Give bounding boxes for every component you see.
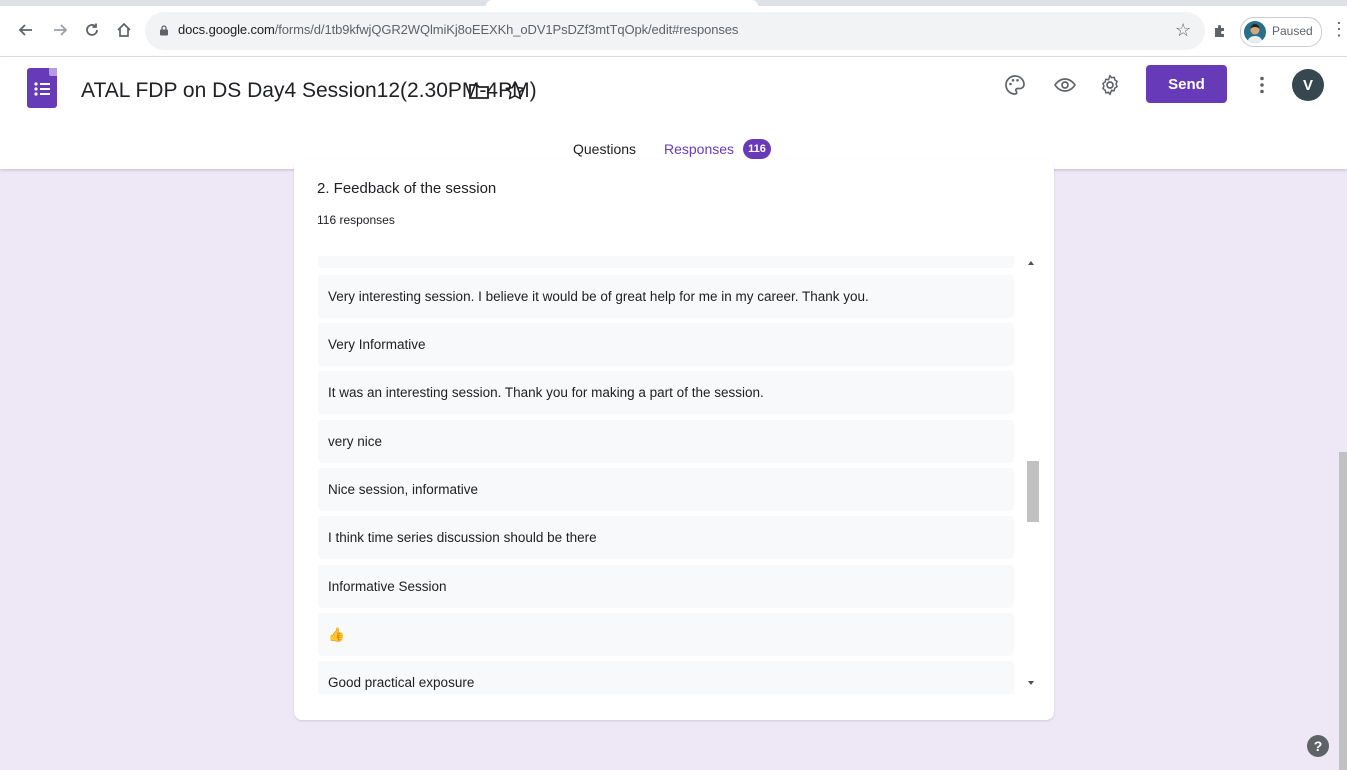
list-item-partial xyxy=(318,256,1014,268)
scroll-up-arrow-icon[interactable] xyxy=(1026,258,1036,268)
list-item: I think time series discussion should be… xyxy=(318,516,1014,559)
question-title: 2. Feedback of the session xyxy=(317,180,497,197)
responses-count-badge: 116 xyxy=(743,139,772,159)
scrollbar-thumb[interactable] xyxy=(1027,461,1039,522)
list-item: very nice xyxy=(318,420,1014,463)
more-options-icon[interactable] xyxy=(1250,73,1274,97)
address-bar[interactable]: docs.google.com/forms/d/1tb9kfwjQGR2WQlm… xyxy=(145,12,1205,50)
list-item: 👍 xyxy=(318,613,1014,656)
home-icon[interactable] xyxy=(112,18,136,42)
response-list[interactable]: Very interesting session. I believe it w… xyxy=(318,256,1014,694)
list-item: It was an interesting session. Thank you… xyxy=(318,371,1014,414)
folder-icon[interactable] xyxy=(468,80,490,102)
star-icon[interactable] xyxy=(503,79,527,103)
page-scrollbar-thumb[interactable] xyxy=(1339,452,1347,770)
palette-icon[interactable] xyxy=(1003,73,1027,97)
url-text: docs.google.com/forms/d/1tb9kfwjQGR2WQlm… xyxy=(178,22,739,37)
back-icon[interactable] xyxy=(14,18,38,42)
help-icon[interactable]: ? xyxy=(1307,735,1329,757)
preview-eye-icon[interactable] xyxy=(1053,73,1077,97)
settings-gear-icon[interactable] xyxy=(1098,73,1122,97)
scroll-down-arrow-icon[interactable] xyxy=(1026,678,1036,688)
profile-paused-button[interactable]: Paused xyxy=(1240,17,1322,47)
question-summary-card: 2. Feedback of the session 116 responses… xyxy=(294,160,1054,720)
browser-toolbar: docs.google.com/forms/d/1tb9kfwjQGR2WQlm… xyxy=(0,6,1347,57)
list-item: Informative Session xyxy=(318,565,1014,608)
lock-icon xyxy=(160,25,168,36)
send-button[interactable]: Send xyxy=(1146,65,1227,103)
puzzle-icon[interactable] xyxy=(1212,23,1228,39)
list-item: Very Informative xyxy=(318,323,1014,366)
forms-logo-icon[interactable] xyxy=(27,68,57,108)
profile-avatar xyxy=(1244,21,1266,43)
profile-status-label: Paused xyxy=(1272,24,1313,38)
reload-icon[interactable] xyxy=(80,18,104,42)
forms-header: ATAL FDP on DS Day4 Session12(2.30PM-4PM… xyxy=(0,57,1347,169)
list-item: Very interesting session. I believe it w… xyxy=(318,275,1014,318)
bookmark-star-icon[interactable]: ☆ xyxy=(1175,20,1191,41)
account-avatar[interactable]: V xyxy=(1292,69,1324,101)
tab-responses-label: Responses xyxy=(664,141,735,157)
response-count: 116 responses xyxy=(317,213,395,227)
chrome-menu-icon[interactable]: ⋮ xyxy=(1330,19,1347,40)
list-item: Nice session, informative xyxy=(318,468,1014,511)
response-list-scrollbar[interactable] xyxy=(1022,254,1040,694)
forward-icon[interactable] xyxy=(48,18,72,42)
list-item: Good practical exposure xyxy=(318,661,1014,694)
